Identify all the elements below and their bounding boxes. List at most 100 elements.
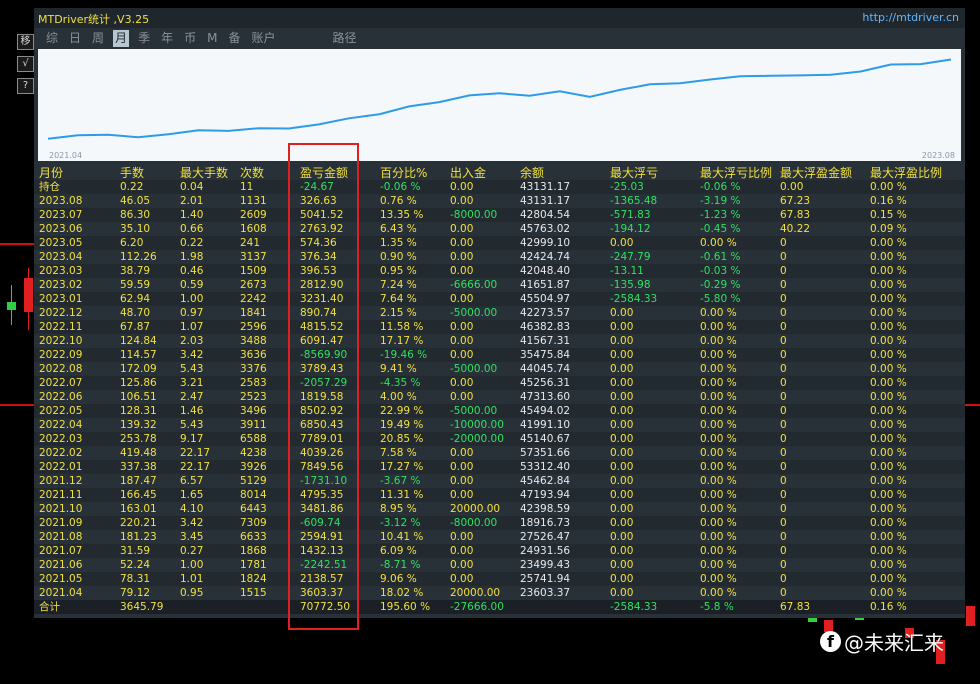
- table-row-cell-11: 0.00 %: [870, 573, 907, 585]
- table-row-cell-0: 2023.01: [39, 293, 83, 305]
- table-row-cell-11: 0.00 %: [870, 489, 907, 501]
- table-total-row-cell-0: 合计: [39, 601, 60, 613]
- table-row-cell-3: 3137: [240, 251, 267, 263]
- table-row-cell-7: 25741.94: [520, 573, 571, 585]
- tab-9[interactable]: 账户: [249, 30, 277, 47]
- table-row-cell-2: 22.17: [180, 461, 211, 473]
- table-row-cell-5: 6.43 %: [380, 223, 417, 235]
- tab-5[interactable]: 年: [159, 30, 175, 47]
- table-row-cell-8: -247.79: [610, 251, 651, 263]
- table-row: 2023.05 6.20 0.22 241 574.36 1.35 % 0.00 42999.…: [34, 236, 965, 250]
- table-row-cell-11: 0.00 %: [870, 517, 907, 529]
- table-row: 2022.09 114.57 3.42 3636 -8569.90 -19.46 % 0.0…: [34, 348, 965, 362]
- tab-8[interactable]: 备: [226, 30, 242, 47]
- table-row-cell-9: 0.00 %: [700, 573, 737, 585]
- table-row-cell-0: 2022.04: [39, 419, 83, 431]
- table-row-cell-7: 23603.37: [520, 587, 571, 599]
- chart-start-date: 2021.04: [49, 151, 83, 160]
- table-row-cell-10: 0.00: [780, 181, 804, 193]
- tab-3[interactable]: 月: [113, 30, 130, 47]
- table-row-cell-1: 38.79: [120, 265, 151, 277]
- table-row-cell-5: 19.49 %: [380, 419, 424, 431]
- check-button[interactable]: √: [17, 56, 34, 72]
- table-row-cell-0: 2022.10: [39, 335, 83, 347]
- tab-7[interactable]: M: [205, 30, 219, 47]
- tab-2[interactable]: 周: [90, 30, 106, 47]
- table-row-cell-6: 0.00: [450, 251, 474, 263]
- table-row-cell-1: 35.10: [120, 223, 151, 235]
- table-row: 2021.04 79.12 0.95 1515 3603.37 18.02 % 20000.…: [34, 586, 965, 600]
- table-row-cell-0: 2022.01: [39, 461, 83, 473]
- tab-6[interactable]: 币: [182, 30, 198, 47]
- table-row-cell-0: 2023.04: [39, 251, 83, 263]
- table-row-cell-11: 0.00 %: [870, 335, 907, 347]
- table-row-cell-6: 0.00: [450, 335, 474, 347]
- table-header-cell-7: 余额: [520, 166, 545, 180]
- table-row-cell-0: 2021.06: [39, 559, 83, 571]
- table-total-row-cell-11: 0.16 %: [870, 601, 907, 613]
- table-row-cell-10: 0: [780, 517, 787, 529]
- table-row-cell-10: 0: [780, 265, 787, 277]
- table-row-cell-2: 0.04: [180, 181, 204, 193]
- table-row-cell-1: 67.87: [120, 321, 151, 333]
- table-row-cell-11: 0.00 %: [870, 279, 907, 291]
- move-button[interactable]: 移: [17, 34, 34, 50]
- table-row: 2022.05 128.31 1.46 3496 8502.92 22.99 % -5000…: [34, 404, 965, 418]
- table-row-cell-0: 2022.08: [39, 363, 83, 375]
- table-row-cell-7: 35475.84: [520, 349, 571, 361]
- table-row-cell-10: 0: [780, 279, 787, 291]
- table-row: 2022.03 253.78 9.17 6588 7789.01 20.85 % -2000…: [34, 432, 965, 446]
- table-row: 2022.08 172.09 5.43 3376 3789.43 9.41 % -5000.…: [34, 362, 965, 376]
- table-row-cell-6: 0.00: [450, 559, 474, 571]
- table-row-cell-7: 42804.54: [520, 209, 571, 221]
- table-row-cell-0: 2022.02: [39, 447, 83, 459]
- table-row-cell-3: 3636: [240, 349, 267, 361]
- table-row-cell-2: 3.42: [180, 517, 204, 529]
- table-row-cell-6: 0.00: [450, 377, 474, 389]
- table-row-cell-7: 42398.59: [520, 503, 571, 515]
- tab-0[interactable]: 综: [44, 30, 60, 47]
- table-row: 持仓 0.22 0.04 11 -24.67 -0.06 % 0.00 43131.17 -25…: [34, 180, 965, 194]
- table-row-cell-2: 0.97: [180, 307, 204, 319]
- table-row-cell-2: 1.40: [180, 209, 204, 221]
- table-row-cell-10: 0: [780, 293, 787, 305]
- tab-10[interactable]: 路径: [331, 30, 359, 47]
- table-row-cell-3: 241: [240, 237, 261, 249]
- table-row-cell-1: 106.51: [120, 391, 157, 403]
- table-row-cell-6: 0.00: [450, 461, 474, 473]
- table-row-cell-11: 0.00 %: [870, 251, 907, 263]
- table-row-cell-3: 1515: [240, 587, 267, 599]
- table-row-cell-11: 0.00 %: [870, 531, 907, 543]
- table-row-cell-11: 0.00 %: [870, 377, 907, 389]
- table-row-cell-9: 0.00 %: [700, 307, 737, 319]
- table-row-cell-9: 0.00 %: [700, 349, 737, 361]
- help-button[interactable]: ?: [17, 78, 34, 94]
- table-row-cell-1: 419.48: [120, 447, 157, 459]
- table-row: 2023.07 86.30 1.40 2609 5041.52 13.35 % -8000.…: [34, 208, 965, 222]
- table-row: 2023.08 46.05 2.01 1131 326.63 0.76 % 0.00 4313…: [34, 194, 965, 208]
- table-header-cell-2: 最大手数: [180, 166, 229, 180]
- tab-1[interactable]: 日: [67, 30, 83, 47]
- table-header-cell-3: 次数: [240, 166, 265, 180]
- price-level-line-right: [965, 404, 980, 406]
- table-row-cell-1: 59.59: [120, 279, 151, 291]
- table-row-cell-9: -1.23 %: [700, 209, 741, 221]
- table-row-cell-10: 0: [780, 363, 787, 375]
- table-row-cell-3: 1608: [240, 223, 267, 235]
- table-row-cell-10: 0: [780, 573, 787, 585]
- website-link[interactable]: http://mtdriver.cn: [862, 11, 959, 24]
- table-row-cell-6: 0.00: [450, 489, 474, 501]
- table-row: 2022.10 124.84 2.03 3488 6091.47 17.17 % 0.00 4…: [34, 334, 965, 348]
- table-row-cell-0: 2022.07: [39, 377, 83, 389]
- table-row-cell-6: -10000.00: [450, 419, 504, 431]
- table-row: 2021.08 181.23 3.45 6633 2594.91 10.41 % 0.00 2…: [34, 530, 965, 544]
- table-row-cell-9: -0.61 %: [700, 251, 741, 263]
- tab-4[interactable]: 季: [136, 30, 152, 47]
- table-header-cell-11: 最大浮盈比例: [870, 166, 943, 180]
- table-row-cell-5: 1.35 %: [380, 237, 417, 249]
- table-row-cell-0: 2021.05: [39, 573, 83, 585]
- table-row-cell-7: 47313.60: [520, 391, 571, 403]
- table-row-cell-8: 0.00: [610, 559, 634, 571]
- table-row-cell-0: 2023.02: [39, 279, 83, 291]
- table-row-cell-1: 163.01: [120, 503, 157, 515]
